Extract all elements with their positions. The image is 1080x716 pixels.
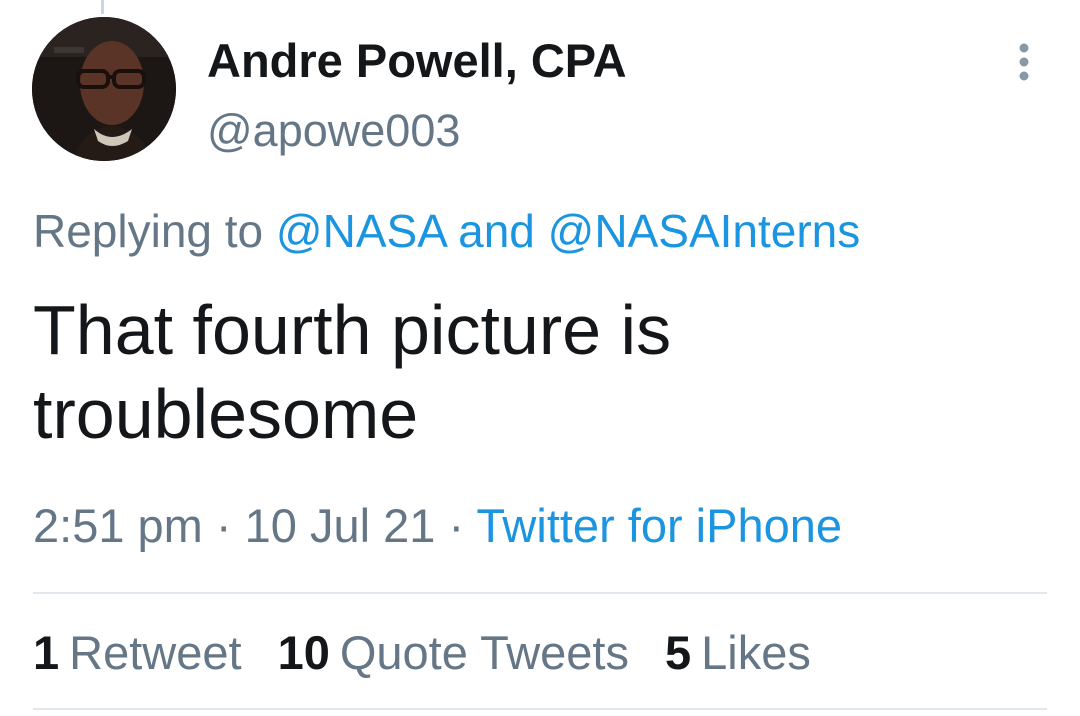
quote-tweets-label: Quote Tweets [339,626,629,679]
likes-count: 5 [664,626,692,679]
avatar-photo [32,17,176,161]
replying-to-label: Replying to [33,205,264,257]
meta-separator: · [215,499,232,552]
avatar[interactable] [32,17,176,161]
replying-to-line: Replying to @NASA and @NASAInterns [33,203,860,259]
retweets-count: 1 [33,626,60,679]
mention-nasa-link[interactable]: @NASA [276,205,445,257]
quote-tweets-count: 10 [277,626,330,679]
thread-connector-line [101,0,104,14]
retweets-stat[interactable]: 1 Retweet [33,624,242,682]
meta-separator: · [448,499,465,552]
engagement-stats: 1 Retweet 10 Quote Tweets 5 Likes [33,624,811,682]
author-handle[interactable]: @apowe003 [207,105,460,157]
mention-joiner[interactable]: and [458,205,535,257]
likes-label: Likes [701,626,811,679]
tweet-text: That fourth picture is troublesome [33,291,672,453]
mention-nasainterns-link[interactable]: @NASAInterns [548,205,861,257]
divider [33,592,1047,594]
more-vertical-icon[interactable] [1012,40,1036,84]
likes-stat[interactable]: 5 Likes [665,624,811,682]
tweet-time[interactable]: 2:51 pm [33,499,203,552]
divider [33,708,1047,710]
quote-tweets-stat[interactable]: 10 Quote Tweets [278,624,629,682]
author-display-name[interactable]: Andre Powell, CPA [207,34,627,88]
tweet-metadata: 2:51 pm · 10 Jul 21 · Twitter for iPhone [33,497,842,555]
retweets-label: Retweet [69,626,242,679]
tweet-date[interactable]: 10 Jul 21 [245,499,436,552]
tweet-source-link[interactable]: Twitter for iPhone [476,499,842,552]
